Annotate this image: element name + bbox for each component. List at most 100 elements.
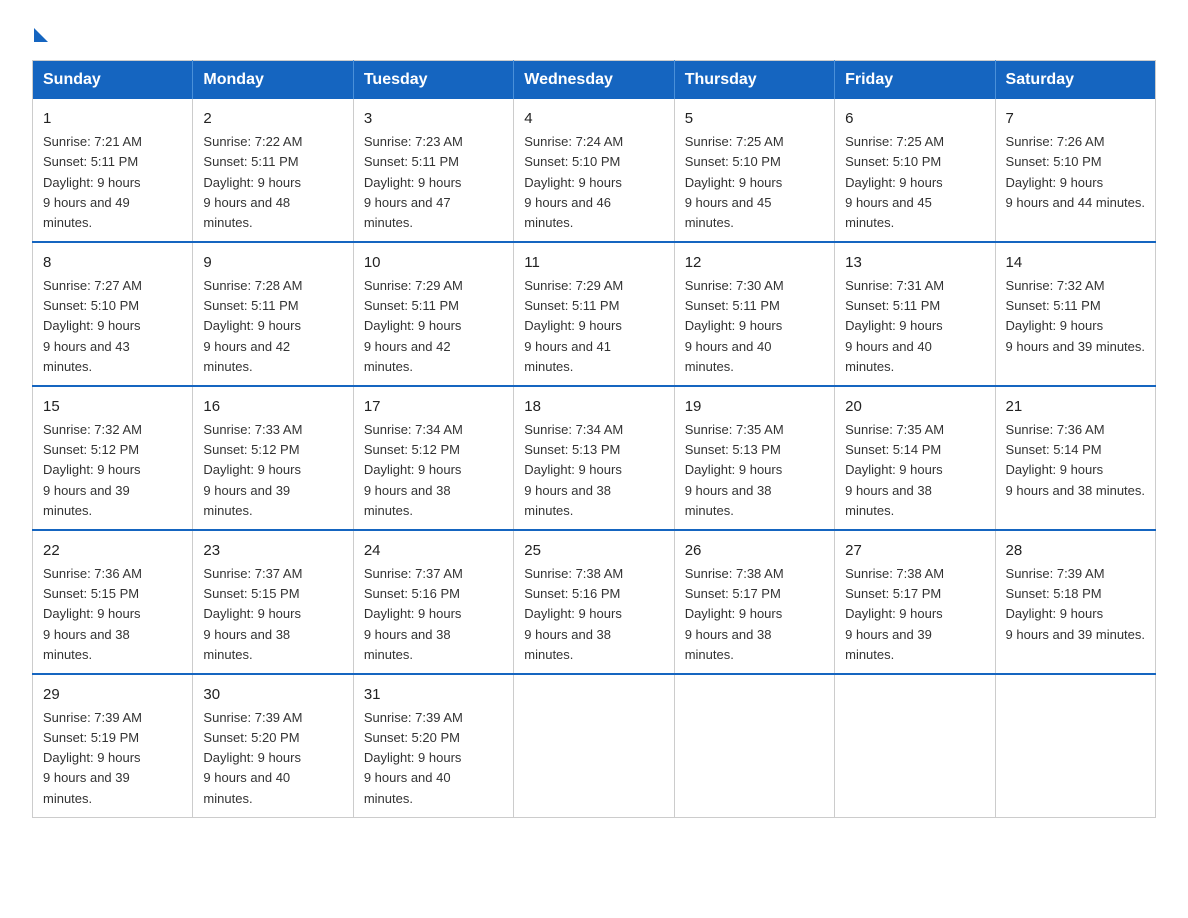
- day-info: Sunrise: 7:29 AMSunset: 5:11 PMDaylight:…: [524, 278, 623, 374]
- day-info: Sunrise: 7:30 AMSunset: 5:11 PMDaylight:…: [685, 278, 784, 374]
- page-header: [32, 24, 1156, 40]
- calendar-cell: 15 Sunrise: 7:32 AMSunset: 5:12 PMDayligh…: [33, 386, 193, 530]
- calendar-cell: 12 Sunrise: 7:30 AMSunset: 5:11 PMDayligh…: [674, 242, 834, 386]
- calendar-cell: 28 Sunrise: 7:39 AMSunset: 5:18 PMDayligh…: [995, 530, 1155, 674]
- day-number: 17: [364, 395, 503, 418]
- day-info: Sunrise: 7:24 AMSunset: 5:10 PMDaylight:…: [524, 134, 623, 230]
- day-info: Sunrise: 7:28 AMSunset: 5:11 PMDaylight:…: [203, 278, 302, 374]
- week-row-2: 8 Sunrise: 7:27 AMSunset: 5:10 PMDaylight…: [33, 242, 1156, 386]
- header-wednesday: Wednesday: [514, 61, 674, 100]
- day-number: 29: [43, 683, 182, 706]
- calendar-header-row: SundayMondayTuesdayWednesdayThursdayFrid…: [33, 61, 1156, 100]
- calendar-cell: 4 Sunrise: 7:24 AMSunset: 5:10 PMDaylight…: [514, 99, 674, 242]
- day-number: 24: [364, 539, 503, 562]
- calendar-cell: [835, 674, 995, 817]
- day-number: 31: [364, 683, 503, 706]
- day-info: Sunrise: 7:32 AMSunset: 5:12 PMDaylight:…: [43, 422, 142, 518]
- calendar-cell: 19 Sunrise: 7:35 AMSunset: 5:13 PMDayligh…: [674, 386, 834, 530]
- day-info: Sunrise: 7:39 AMSunset: 5:19 PMDaylight:…: [43, 710, 142, 806]
- day-info: Sunrise: 7:29 AMSunset: 5:11 PMDaylight:…: [364, 278, 463, 374]
- day-number: 13: [845, 251, 984, 274]
- day-number: 30: [203, 683, 342, 706]
- calendar-cell: 9 Sunrise: 7:28 AMSunset: 5:11 PMDaylight…: [193, 242, 353, 386]
- calendar-cell: 3 Sunrise: 7:23 AMSunset: 5:11 PMDaylight…: [353, 99, 513, 242]
- day-info: Sunrise: 7:34 AMSunset: 5:12 PMDaylight:…: [364, 422, 463, 518]
- day-number: 8: [43, 251, 182, 274]
- calendar-cell: 5Sunrise: 7:25 AMSunset: 5:10 PMDaylight…: [674, 99, 834, 242]
- header-monday: Monday: [193, 61, 353, 100]
- calendar-cell: 25Sunrise: 7:38 AMSunset: 5:16 PMDayligh…: [514, 530, 674, 674]
- calendar-cell: 11Sunrise: 7:29 AMSunset: 5:11 PMDayligh…: [514, 242, 674, 386]
- day-number: 7: [1006, 107, 1145, 130]
- calendar-cell: 17 Sunrise: 7:34 AMSunset: 5:12 PMDayligh…: [353, 386, 513, 530]
- calendar-cell: 16 Sunrise: 7:33 AMSunset: 5:12 PMDayligh…: [193, 386, 353, 530]
- calendar-cell: 6 Sunrise: 7:25 AMSunset: 5:10 PMDaylight…: [835, 99, 995, 242]
- calendar-cell: 23 Sunrise: 7:37 AMSunset: 5:15 PMDayligh…: [193, 530, 353, 674]
- day-number: 26: [685, 539, 824, 562]
- day-info: Sunrise: 7:36 AMSunset: 5:14 PMDaylight:…: [1006, 422, 1145, 497]
- day-info: Sunrise: 7:32 AMSunset: 5:11 PMDaylight:…: [1006, 278, 1145, 353]
- header-saturday: Saturday: [995, 61, 1155, 100]
- day-number: 12: [685, 251, 824, 274]
- calendar-cell: 21 Sunrise: 7:36 AMSunset: 5:14 PMDayligh…: [995, 386, 1155, 530]
- day-number: 19: [685, 395, 824, 418]
- day-number: 16: [203, 395, 342, 418]
- day-info: Sunrise: 7:35 AMSunset: 5:14 PMDaylight:…: [845, 422, 944, 518]
- day-info: Sunrise: 7:38 AMSunset: 5:17 PMDaylight:…: [685, 566, 784, 662]
- day-number: 2: [203, 107, 342, 130]
- calendar-cell: 1 Sunrise: 7:21 AMSunset: 5:11 PMDaylight…: [33, 99, 193, 242]
- day-number: 18: [524, 395, 663, 418]
- logo: [32, 24, 48, 40]
- day-info: Sunrise: 7:39 AMSunset: 5:20 PMDaylight:…: [203, 710, 302, 806]
- calendar-cell: 20 Sunrise: 7:35 AMSunset: 5:14 PMDayligh…: [835, 386, 995, 530]
- day-number: 6: [845, 107, 984, 130]
- calendar-table: SundayMondayTuesdayWednesdayThursdayFrid…: [32, 60, 1156, 818]
- calendar-cell: 8 Sunrise: 7:27 AMSunset: 5:10 PMDaylight…: [33, 242, 193, 386]
- day-info: Sunrise: 7:31 AMSunset: 5:11 PMDaylight:…: [845, 278, 944, 374]
- day-info: Sunrise: 7:23 AMSunset: 5:11 PMDaylight:…: [364, 134, 463, 230]
- day-info: Sunrise: 7:39 AMSunset: 5:18 PMDaylight:…: [1006, 566, 1145, 641]
- calendar-cell: 29 Sunrise: 7:39 AMSunset: 5:19 PMDayligh…: [33, 674, 193, 817]
- week-row-3: 15 Sunrise: 7:32 AMSunset: 5:12 PMDayligh…: [33, 386, 1156, 530]
- day-info: Sunrise: 7:35 AMSunset: 5:13 PMDaylight:…: [685, 422, 784, 518]
- day-info: Sunrise: 7:22 AMSunset: 5:11 PMDaylight:…: [203, 134, 302, 230]
- day-number: 15: [43, 395, 182, 418]
- calendar-cell: [514, 674, 674, 817]
- day-number: 23: [203, 539, 342, 562]
- calendar-cell: 2 Sunrise: 7:22 AMSunset: 5:11 PMDaylight…: [193, 99, 353, 242]
- week-row-5: 29 Sunrise: 7:39 AMSunset: 5:19 PMDayligh…: [33, 674, 1156, 817]
- day-number: 10: [364, 251, 503, 274]
- calendar-cell: [674, 674, 834, 817]
- calendar-cell: 27 Sunrise: 7:38 AMSunset: 5:17 PMDayligh…: [835, 530, 995, 674]
- day-number: 4: [524, 107, 663, 130]
- day-number: 27: [845, 539, 984, 562]
- calendar-cell: 22Sunrise: 7:36 AMSunset: 5:15 PMDayligh…: [33, 530, 193, 674]
- calendar-cell: 18Sunrise: 7:34 AMSunset: 5:13 PMDayligh…: [514, 386, 674, 530]
- day-number: 9: [203, 251, 342, 274]
- day-info: Sunrise: 7:25 AMSunset: 5:10 PMDaylight:…: [685, 134, 784, 230]
- day-info: Sunrise: 7:37 AMSunset: 5:16 PMDaylight:…: [364, 566, 463, 662]
- calendar-cell: 13 Sunrise: 7:31 AMSunset: 5:11 PMDayligh…: [835, 242, 995, 386]
- header-thursday: Thursday: [674, 61, 834, 100]
- day-info: Sunrise: 7:38 AMSunset: 5:17 PMDaylight:…: [845, 566, 944, 662]
- day-number: 1: [43, 107, 182, 130]
- day-info: Sunrise: 7:33 AMSunset: 5:12 PMDaylight:…: [203, 422, 302, 518]
- day-info: Sunrise: 7:26 AMSunset: 5:10 PMDaylight:…: [1006, 134, 1145, 209]
- day-info: Sunrise: 7:37 AMSunset: 5:15 PMDaylight:…: [203, 566, 302, 662]
- header-sunday: Sunday: [33, 61, 193, 100]
- calendar-cell: 10 Sunrise: 7:29 AMSunset: 5:11 PMDayligh…: [353, 242, 513, 386]
- logo-triangle-icon: [34, 28, 48, 42]
- week-row-1: 1 Sunrise: 7:21 AMSunset: 5:11 PMDaylight…: [33, 99, 1156, 242]
- day-info: Sunrise: 7:27 AMSunset: 5:10 PMDaylight:…: [43, 278, 142, 374]
- header-tuesday: Tuesday: [353, 61, 513, 100]
- day-number: 28: [1006, 539, 1145, 562]
- day-number: 25: [524, 539, 663, 562]
- day-number: 21: [1006, 395, 1145, 418]
- header-friday: Friday: [835, 61, 995, 100]
- calendar-cell: 7 Sunrise: 7:26 AMSunset: 5:10 PMDaylight…: [995, 99, 1155, 242]
- day-number: 20: [845, 395, 984, 418]
- day-number: 3: [364, 107, 503, 130]
- day-info: Sunrise: 7:21 AMSunset: 5:11 PMDaylight:…: [43, 134, 142, 230]
- day-info: Sunrise: 7:25 AMSunset: 5:10 PMDaylight:…: [845, 134, 944, 230]
- calendar-cell: 14Sunrise: 7:32 AMSunset: 5:11 PMDayligh…: [995, 242, 1155, 386]
